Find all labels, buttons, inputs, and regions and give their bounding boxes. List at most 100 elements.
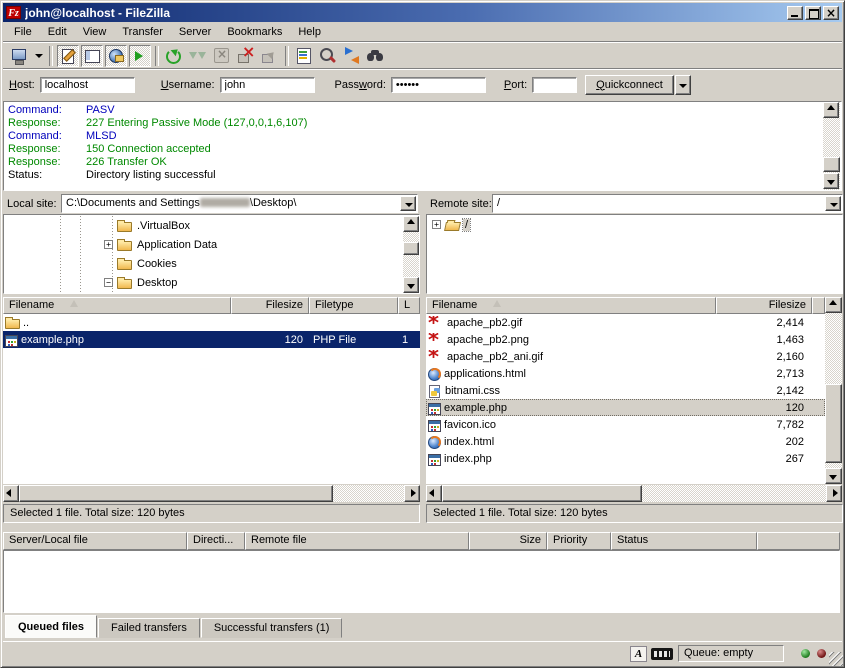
queue-tab[interactable]: Queued files — [5, 615, 97, 638]
file-icon — [428, 436, 441, 449]
menu-item[interactable]: View — [75, 24, 115, 40]
queue-list[interactable] — [3, 550, 840, 613]
menu-item[interactable]: Edit — [40, 24, 75, 40]
local-site-combo[interactable]: C:\Documents and Settings\Desktop\ — [61, 194, 418, 213]
file-row[interactable]: apache_pb2.png 1,463 — [426, 331, 825, 348]
queue-tabs: Queued filesFailed transfersSuccessful t… — [5, 614, 842, 638]
queue-header: Server/Local fileDirecti...Remote fileSi… — [3, 532, 840, 550]
filter-icon[interactable] — [293, 45, 315, 67]
file-row[interactable]: example.php 120 PHP File 1 — [3, 331, 420, 348]
site-manager-icon[interactable] — [8, 45, 30, 67]
log-line: Response:227 Entering Passive Mode (127,… — [8, 117, 841, 130]
file-row[interactable]: index.html 202 — [426, 433, 825, 450]
port-input[interactable] — [532, 77, 577, 93]
maximize-button[interactable] — [805, 6, 821, 20]
cancel-operation-icon[interactable] — [211, 45, 233, 67]
file-icon — [428, 316, 444, 330]
menu-item[interactable]: Help — [290, 24, 329, 40]
process-queue-icon[interactable] — [187, 45, 209, 67]
file-icon — [428, 350, 444, 364]
file-row[interactable]: applications.html 2,713 — [426, 365, 825, 382]
remote-column-filename[interactable]: Filename — [426, 297, 716, 314]
file-row[interactable]: example.php 120 — [426, 399, 825, 416]
file-row[interactable]: favicon.ico 7,782 — [426, 416, 825, 433]
file-icon — [5, 319, 20, 329]
log-line: Status:Directory listing successful — [8, 169, 841, 182]
disconnect-icon[interactable] — [235, 45, 257, 67]
message-log: Command:PASV Response:227 Entering Passi… — [3, 101, 842, 191]
tree-item[interactable]: Desktop — [4, 273, 401, 292]
local-column-filetype[interactable]: Filetype — [309, 297, 398, 314]
toggle-local-tree-icon[interactable] — [81, 45, 103, 67]
file-icon — [428, 403, 441, 415]
tree-item[interactable]: Cookies — [4, 254, 401, 273]
toggle-remote-tree-icon[interactable] — [105, 45, 127, 67]
close-button[interactable] — [823, 6, 839, 20]
local-site-dropdown-icon[interactable] — [400, 196, 416, 211]
tree-item[interactable]: Application Data — [4, 235, 401, 254]
tree-expander-icon[interactable] — [432, 220, 441, 229]
folder-icon — [117, 260, 132, 270]
file-row[interactable]: apache_pb2_ani.gif 2,160 — [426, 348, 825, 365]
remote-site-combo[interactable]: / — [492, 194, 843, 213]
tree-item[interactable]: .VirtualBox — [4, 216, 401, 235]
filezilla-window: Fz john@localhost - FileZilla FileEditVi… — [0, 0, 845, 668]
resize-grip[interactable] — [829, 652, 843, 666]
file-row[interactable]: apache_pb2.gif 2,414 — [426, 314, 825, 331]
queue-column-header[interactable] — [757, 532, 840, 550]
file-icon — [428, 454, 441, 466]
remote-selection-status: Selected 1 file. Total size: 120 bytes — [426, 504, 843, 523]
host-input[interactable] — [40, 77, 135, 93]
local-column-lastmodified[interactable]: L — [398, 297, 420, 314]
toolbar-separator — [155, 46, 159, 66]
folder-icon — [117, 279, 132, 289]
queue-column-header[interactable]: Priority — [547, 532, 611, 550]
menu-item[interactable]: Bookmarks — [219, 24, 290, 40]
file-row[interactable]: index.php 267 — [426, 450, 825, 467]
site-manager-dropdown-icon[interactable] — [32, 45, 45, 67]
local-file-list: .. example.php 120 PHP File 1 — [3, 314, 420, 484]
menu-item[interactable]: File — [6, 24, 40, 40]
queue-tab[interactable]: Successful transfers (1) — [201, 618, 343, 638]
directory-comparison-icon[interactable] — [317, 45, 339, 67]
find-files-icon[interactable] — [365, 45, 387, 67]
password-input[interactable] — [391, 77, 486, 93]
menu-item[interactable]: Server — [171, 24, 219, 40]
toggle-message-log-icon[interactable] — [57, 45, 79, 67]
minimize-button[interactable] — [787, 6, 803, 20]
host-label: Host: — [9, 79, 35, 91]
app-icon: Fz — [6, 6, 21, 19]
username-input[interactable] — [220, 77, 315, 93]
tree-item[interactable]: / — [427, 215, 842, 234]
tree-expander-icon[interactable] — [104, 240, 113, 249]
queue-column-header[interactable]: Size — [469, 532, 547, 550]
menu-bar: FileEditViewTransferServerBookmarksHelp — [3, 22, 842, 41]
queue-column-header[interactable]: Server/Local file — [3, 532, 187, 550]
window-title: john@localhost - FileZilla — [25, 6, 785, 20]
queue-column-header[interactable]: Directi... — [187, 532, 245, 550]
queue-column-header[interactable]: Status — [611, 532, 757, 550]
queue-tab[interactable]: Failed transfers — [98, 618, 200, 638]
send-indicator-led — [817, 649, 826, 658]
speed-limits-icon[interactable] — [651, 648, 673, 660]
title-bar[interactable]: Fz john@localhost - FileZilla — [3, 3, 842, 22]
remote-column-filesize[interactable]: Filesize — [716, 297, 812, 314]
folder-icon — [117, 241, 132, 251]
tree-expander-icon[interactable] — [104, 278, 113, 287]
open-folder-icon — [444, 222, 461, 231]
local-column-filesize[interactable]: Filesize — [231, 297, 309, 314]
quickconnect-button[interactable]: Quickconnect — [585, 75, 674, 95]
toggle-queue-icon[interactable] — [129, 45, 151, 67]
toolbar-separator — [285, 46, 289, 66]
synchronized-browsing-icon[interactable] — [341, 45, 363, 67]
menu-item[interactable]: Transfer — [114, 24, 171, 40]
refresh-icon[interactable] — [163, 45, 185, 67]
reconnect-icon[interactable] — [259, 45, 281, 67]
quickconnect-dropdown-icon[interactable] — [675, 75, 691, 95]
local-column-filename[interactable]: Filename — [3, 297, 231, 314]
local-site-label: Local site: — [7, 195, 57, 213]
queue-column-header[interactable]: Remote file — [245, 532, 469, 550]
remote-site-dropdown-icon[interactable] — [825, 196, 841, 211]
file-row[interactable]: .. — [3, 314, 420, 331]
file-row[interactable]: bitnami.css 2,142 — [426, 382, 825, 399]
